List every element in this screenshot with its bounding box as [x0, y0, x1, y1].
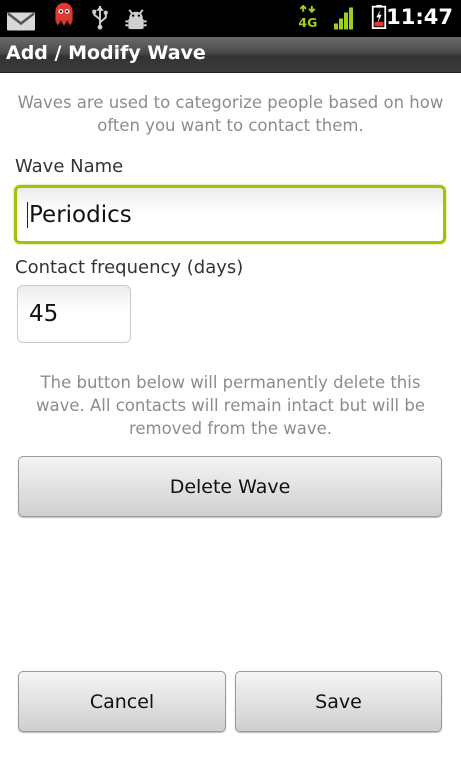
wave-name-input[interactable]: Periodics: [14, 185, 446, 244]
cancel-button[interactable]: Cancel: [18, 671, 226, 732]
frequency-value: 45: [29, 301, 59, 327]
frequency-input[interactable]: 45: [17, 285, 131, 343]
status-bar: 4G 11:47: [0, 0, 461, 37]
wave-name-value: Periodics: [29, 201, 132, 228]
delete-wave-button-label: Delete Wave: [169, 475, 291, 498]
cancel-button-label: Cancel: [89, 690, 155, 713]
delete-warning-text: The button below will permanently delete…: [35, 373, 425, 438]
text-cursor: [27, 201, 28, 228]
frequency-label: Contact frequency (days): [15, 257, 244, 278]
status-time: 11:47: [386, 5, 453, 29]
android-debug-icon: [125, 9, 147, 30]
gmail-icon: [7, 12, 35, 31]
title-bar: Add / Modify Wave: [0, 37, 461, 73]
network-type-label: 4G: [298, 15, 317, 30]
notification-icon: [55, 2, 73, 26]
signal-icon: [334, 7, 353, 30]
page-title: Add / Modify Wave: [6, 42, 206, 64]
wave-name-label: Wave Name: [15, 156, 124, 177]
usb-icon: [92, 5, 108, 30]
save-button[interactable]: Save: [235, 671, 442, 732]
delete-wave-button[interactable]: Delete Wave: [18, 456, 442, 517]
save-button-label: Save: [315, 690, 362, 713]
intro-text: Waves are used to categorize people base…: [17, 93, 444, 135]
network-4g-icon: 4G: [298, 5, 317, 30]
